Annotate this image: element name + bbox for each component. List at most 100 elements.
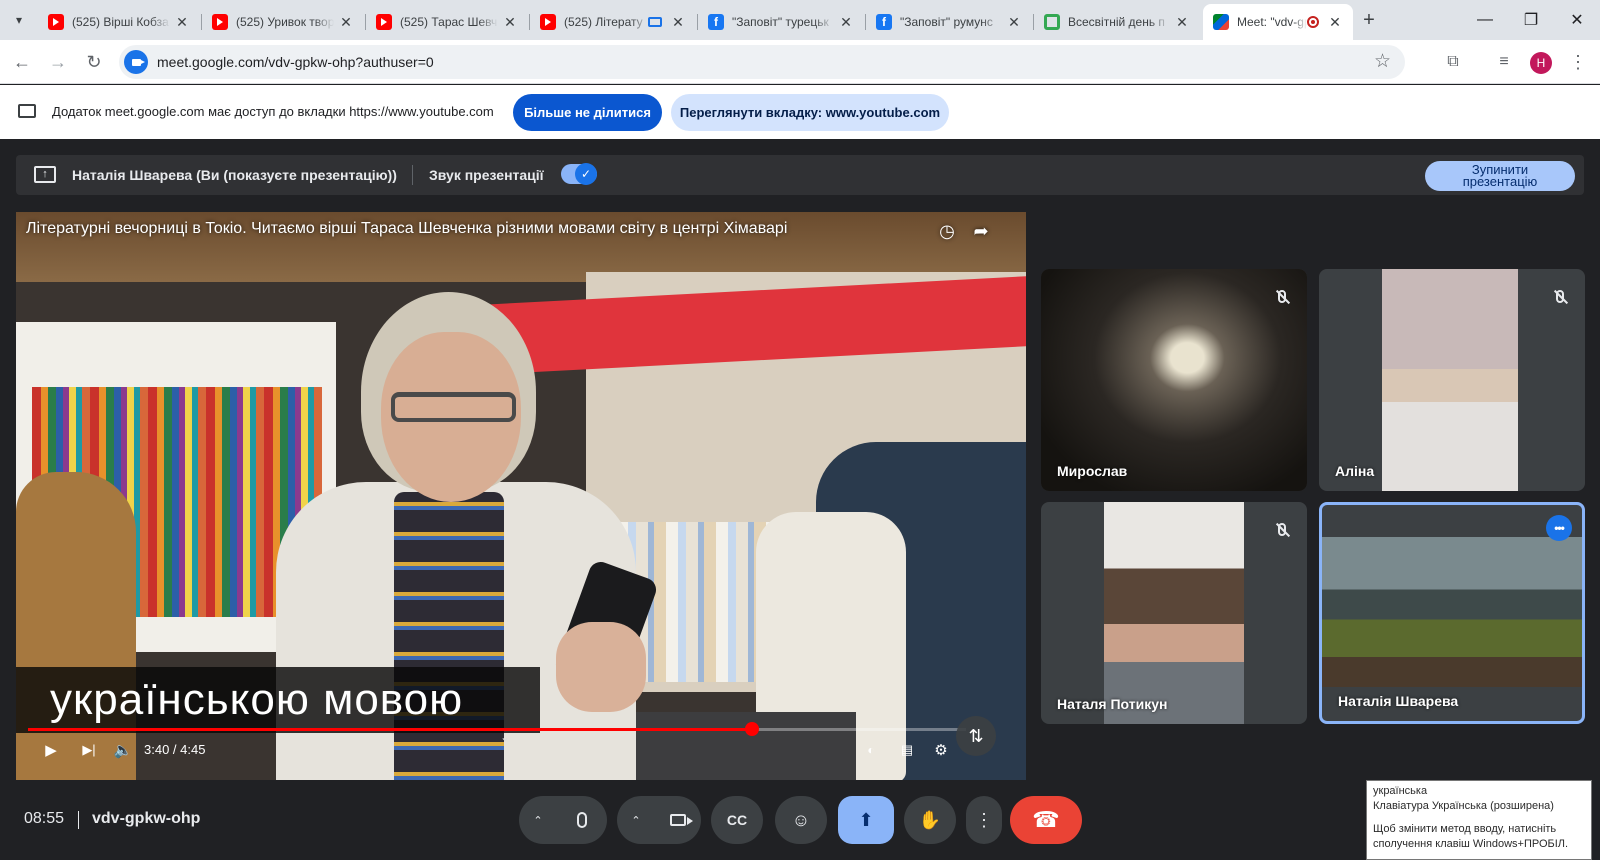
browser-tab-strip: ▾ (525) Вірші Кобза ✕ (525) Уривок твор … <box>0 0 1600 40</box>
play-icon[interactable]: ▶ <box>40 739 62 761</box>
close-tab-icon[interactable]: ✕ <box>1174 14 1190 31</box>
close-tab-icon[interactable]: ✕ <box>174 14 190 31</box>
close-tab-icon[interactable]: ✕ <box>1006 14 1022 31</box>
sharing-message: Додаток meet.google.com має доступ до вк… <box>52 104 494 119</box>
youtube-icon <box>48 14 64 30</box>
participant-video <box>1041 269 1307 491</box>
media-control-icon[interactable]: ≡ <box>1492 50 1516 74</box>
youtube-icon <box>540 14 556 30</box>
ime-hint-2: сполучення клавіш Windows+ПРОБІЛ. <box>1373 838 1569 850</box>
ime-language: українська <box>1373 785 1428 797</box>
video-scrubber-handle[interactable] <box>745 722 760 736</box>
mic-muted-icon <box>1269 283 1295 309</box>
more-options-vertical-icon[interactable]: ⋮ <box>966 796 1002 844</box>
presentation-audio-label: Звук презентації <box>429 167 544 183</box>
browser-tab-active[interactable]: Meet: "vdv-gp ✕ <box>1203 4 1353 40</box>
browser-tab[interactable]: (525) Літерату ✕ <box>530 4 696 40</box>
tab-sharing-infobar: Додаток meet.google.com має доступ до вк… <box>0 85 1600 139</box>
tab-sharing-icon <box>648 17 662 27</box>
volume-icon[interactable]: 🔈 <box>112 739 134 761</box>
camera-button[interactable] <box>655 796 701 844</box>
shared-video-stage[interactable]: Літературні вечорниці в Токіо. Читаємо в… <box>16 212 1026 780</box>
chevron-down-icon[interactable]: ⌄ <box>500 730 510 744</box>
close-tab-icon[interactable]: ✕ <box>338 14 354 31</box>
participant-name: Наталія Шварева <box>1338 693 1459 709</box>
site-info-icon[interactable] <box>124 50 148 74</box>
watch-later-icon[interactable]: ◷ <box>936 220 958 242</box>
presenter-label: Наталія Шварева (Ви (показуєте презентац… <box>72 167 397 183</box>
meeting-code: vdv-gpkw-ohp <box>92 810 201 827</box>
minimize-window-button[interactable]: — <box>1462 0 1508 40</box>
stop-presenting-button[interactable]: Зупинити презентацію <box>1425 161 1575 191</box>
close-tab-icon[interactable]: ✕ <box>502 14 518 31</box>
browser-tab[interactable]: f "Заповіт" румунс ✕ <box>866 4 1032 40</box>
mic-muted-icon <box>1269 516 1295 542</box>
video-title[interactable]: Літературні вечорниці в Токіо. Читаємо в… <box>26 220 787 238</box>
profile-avatar[interactable]: H <box>1530 52 1552 74</box>
presentation-audio-toggle[interactable] <box>561 163 597 185</box>
video-progress-bar[interactable] <box>28 722 966 736</box>
video-options-chevron-up-icon[interactable]: ⌃ <box>617 796 655 844</box>
video-caption: українською мовою <box>16 667 540 733</box>
microphone-button[interactable] <box>557 796 607 844</box>
tab-title: (525) Уривок твор <box>236 15 334 29</box>
browser-toolbar: ← → ↻ meet.google.com/vdv-gpkw-ohp?authu… <box>0 40 1600 84</box>
facebook-icon: f <box>876 14 892 30</box>
new-tab-button[interactable]: + <box>1357 8 1381 32</box>
browser-menu-icon[interactable]: ⋮ <box>1566 50 1590 74</box>
tab-search-button[interactable]: ▾ <box>6 7 32 33</box>
url-text[interactable]: meet.google.com/vdv-gpkw-ohp?authuser=0 <box>157 54 434 70</box>
swap-layout-icon[interactable]: ⇅ <box>956 716 996 756</box>
present-now-icon[interactable]: ⬆ <box>838 796 894 844</box>
browser-tab[interactable]: Всесвітній день п ✕ <box>1034 4 1200 40</box>
participant-tile[interactable]: Мирослав <box>1041 269 1307 491</box>
captions-button[interactable]: CC <box>711 796 763 844</box>
meeting-clock: 08:55 <box>24 810 65 827</box>
forward-arrow-icon[interactable]: → <box>44 48 72 76</box>
settings-gear-icon[interactable]: ⚙ <box>930 739 952 761</box>
participant-tile[interactable]: Аліна <box>1319 269 1585 491</box>
restore-window-button[interactable]: ❐ <box>1508 0 1554 40</box>
tab-title: "Заповіт" румунс <box>900 15 993 29</box>
participant-video <box>1322 537 1582 687</box>
present-screen-icon: ↑ <box>34 166 56 183</box>
tab-title: (525) Тарас Шевч <box>400 15 498 29</box>
more-options-icon[interactable]: ••• <box>1546 515 1572 541</box>
participant-name: Мирослав <box>1057 463 1128 479</box>
participant-tile[interactable]: Наталя Потикун <box>1041 502 1307 724</box>
screen-share-icon <box>18 104 36 118</box>
participant-name: Аліна <box>1335 463 1375 479</box>
next-video-icon[interactable]: ▶| <box>78 739 100 761</box>
browser-tab[interactable]: (525) Вірші Кобза ✕ <box>38 4 200 40</box>
extensions-icon[interactable]: ⧉ <box>1441 50 1465 74</box>
tab-title: (525) Вірші Кобза <box>72 15 169 29</box>
tab-title: Всесвітній день п <box>1068 15 1165 29</box>
browser-tab[interactable]: f "Заповіт" турецьк ✕ <box>698 4 864 40</box>
mic-muted-icon <box>1547 283 1573 309</box>
raise-hand-icon[interactable]: ✋ <box>904 796 956 844</box>
emoji-reactions-icon[interactable]: ☺ <box>775 796 827 844</box>
captions-icon[interactable]: ▤ <box>896 739 918 761</box>
audio-options-chevron-up-icon[interactable]: ⌃ <box>519 796 557 844</box>
share-arrow-icon[interactable]: ➦ <box>970 220 992 242</box>
browser-tab[interactable]: (525) Тарас Шевч ✕ <box>366 4 528 40</box>
autoplay-toggle-icon[interactable]: ◐ <box>858 739 884 761</box>
bookmark-star-icon[interactable]: ☆ <box>1374 50 1391 73</box>
leave-call-icon[interactable]: ☎ <box>1010 796 1082 844</box>
youtube-icon <box>212 14 228 30</box>
video-time: 3:40 / 4:45 <box>144 742 206 757</box>
close-window-button[interactable]: ✕ <box>1554 0 1600 40</box>
close-tab-icon[interactable]: ✕ <box>838 14 854 31</box>
browser-tab[interactable]: (525) Уривок твор ✕ <box>202 4 364 40</box>
view-shared-tab-button[interactable]: Переглянути вкладку: www.youtube.com <box>671 94 949 131</box>
address-bar[interactable]: meet.google.com/vdv-gpkw-ohp?authuser=0 … <box>119 45 1405 79</box>
tab-title: "Заповіт" турецьк <box>732 15 829 29</box>
close-tab-icon[interactable]: ✕ <box>1327 14 1343 31</box>
close-tab-icon[interactable]: ✕ <box>670 14 686 31</box>
ring-icon <box>1044 14 1060 30</box>
back-arrow-icon[interactable]: ← <box>8 48 36 76</box>
stop-sharing-button[interactable]: Більше не ділитися <box>513 94 662 131</box>
participant-tile-self[interactable]: ••• Наталія Шварева <box>1319 502 1585 724</box>
reload-icon[interactable]: ↻ <box>80 48 108 76</box>
ime-layout: Клавіатура Українська (розширена) <box>1373 800 1554 812</box>
